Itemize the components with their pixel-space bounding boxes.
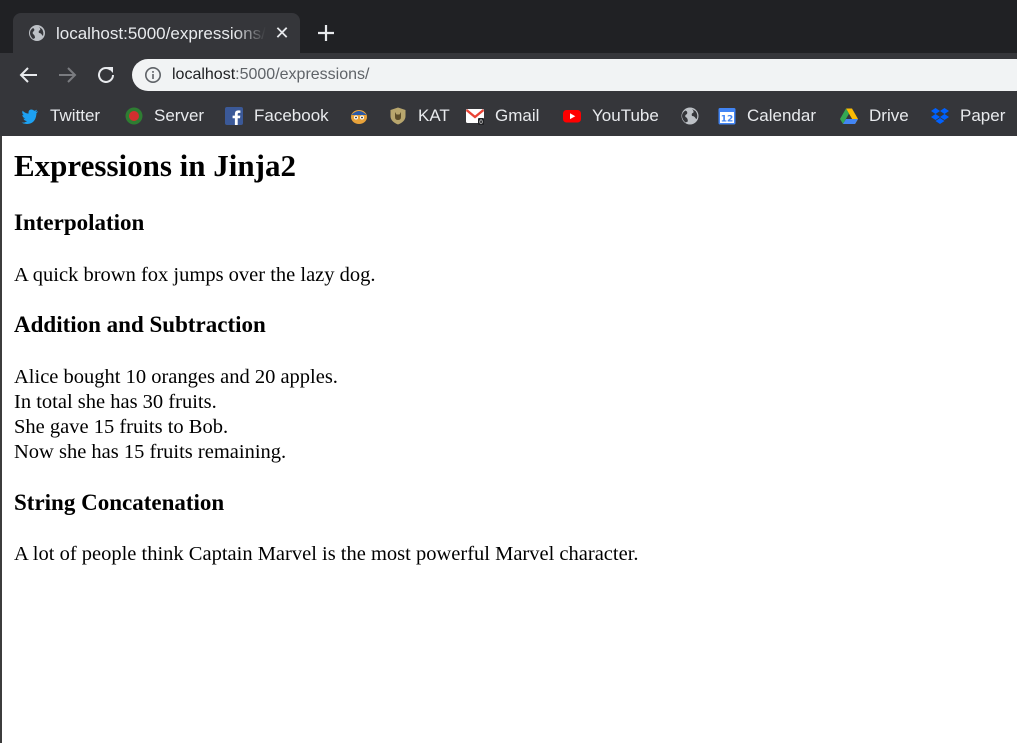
bookmark-calendar[interactable]: 12 Calendar — [717, 104, 816, 128]
bookmark-kat[interactable]: KAT — [388, 104, 450, 128]
address-bar[interactable]: localhost:5000/expressions/ — [132, 59, 1017, 91]
mascot-icon — [351, 110, 367, 124]
url-path: :5000/expressions/ — [235, 66, 370, 83]
kat-icon — [390, 107, 406, 125]
forward-arrow-icon[interactable] — [55, 63, 79, 87]
bookmark-label: Server — [154, 106, 205, 125]
viewport-border — [0, 136, 2, 743]
tab-strip: localhost:5000/expressions/ ✕ — [0, 0, 1017, 53]
bookmark-youtube[interactable]: YouTube — [562, 104, 659, 128]
bookmark-drive[interactable]: Drive — [839, 104, 909, 128]
page-title: Expressions in Jinja2 — [14, 148, 296, 183]
bookmark-label: Facebook — [254, 106, 329, 125]
arithmetic-line-2: In total she has 30 fruits. — [14, 391, 217, 413]
reload-icon[interactable] — [94, 63, 118, 87]
back-arrow-icon[interactable] — [17, 63, 41, 87]
concatenation-text: A lot of people think Captain Marvel is … — [14, 543, 639, 565]
bookmarks-bar: Twitter Server Facebook KAT 0 Gmail YouT… — [0, 96, 1017, 136]
facebook-icon — [225, 107, 243, 125]
twitter-icon — [21, 109, 38, 125]
drive-icon — [840, 108, 858, 124]
svg-text:12: 12 — [721, 115, 734, 125]
section-heading-arithmetic: Addition and Subtraction — [14, 312, 266, 337]
bookmark-label: Twitter — [50, 106, 101, 125]
arithmetic-line-1: Alice bought 10 oranges and 20 apples. — [14, 366, 338, 388]
new-tab-icon[interactable] — [312, 19, 340, 47]
dropbox-icon — [931, 108, 949, 124]
bookmark-site[interactable] — [680, 104, 700, 128]
tab-title: localhost:5000/expressions/ — [56, 24, 266, 43]
svg-text:0: 0 — [479, 119, 483, 126]
bookmark-label: Calendar — [747, 106, 816, 125]
bookmark-label: YouTube — [592, 106, 659, 125]
bookmark-mascot[interactable] — [349, 104, 369, 128]
bookmark-label: Drive — [869, 106, 909, 125]
browser-tab[interactable]: localhost:5000/expressions/ ✕ — [13, 13, 300, 53]
section-heading-interpolation: Interpolation — [14, 210, 145, 235]
calendar-icon: 12 — [718, 108, 736, 125]
globe-icon — [29, 25, 45, 41]
bookmark-label: Paper — [960, 106, 1006, 125]
info-icon[interactable] — [144, 66, 162, 84]
interpolation-text: A quick brown fox jumps over the lazy do… — [14, 264, 376, 286]
bookmark-server[interactable]: Server — [124, 104, 204, 128]
bookmark-gmail[interactable]: 0 Gmail — [465, 104, 539, 128]
globe-icon — [681, 107, 699, 125]
bookmark-twitter[interactable]: Twitter — [20, 104, 100, 128]
server-icon — [125, 107, 143, 125]
section-heading-concatenation: String Concatenation — [14, 490, 225, 515]
bookmark-paper[interactable]: Paper — [930, 104, 1005, 128]
youtube-icon — [563, 110, 581, 123]
bookmark-label: KAT — [418, 106, 450, 125]
bookmark-label: Gmail — [495, 106, 540, 125]
url-text: localhost:5000/expressions/ — [172, 64, 369, 86]
arithmetic-line-3: She gave 15 fruits to Bob. — [14, 416, 229, 438]
arithmetic-line-4: Now she has 15 fruits remaining. — [14, 441, 287, 463]
bookmark-facebook[interactable]: Facebook — [224, 104, 329, 128]
url-host: localhost — [172, 66, 236, 83]
gmail-icon: 0 — [465, 109, 485, 126]
close-tab-icon[interactable]: ✕ — [272, 22, 292, 44]
